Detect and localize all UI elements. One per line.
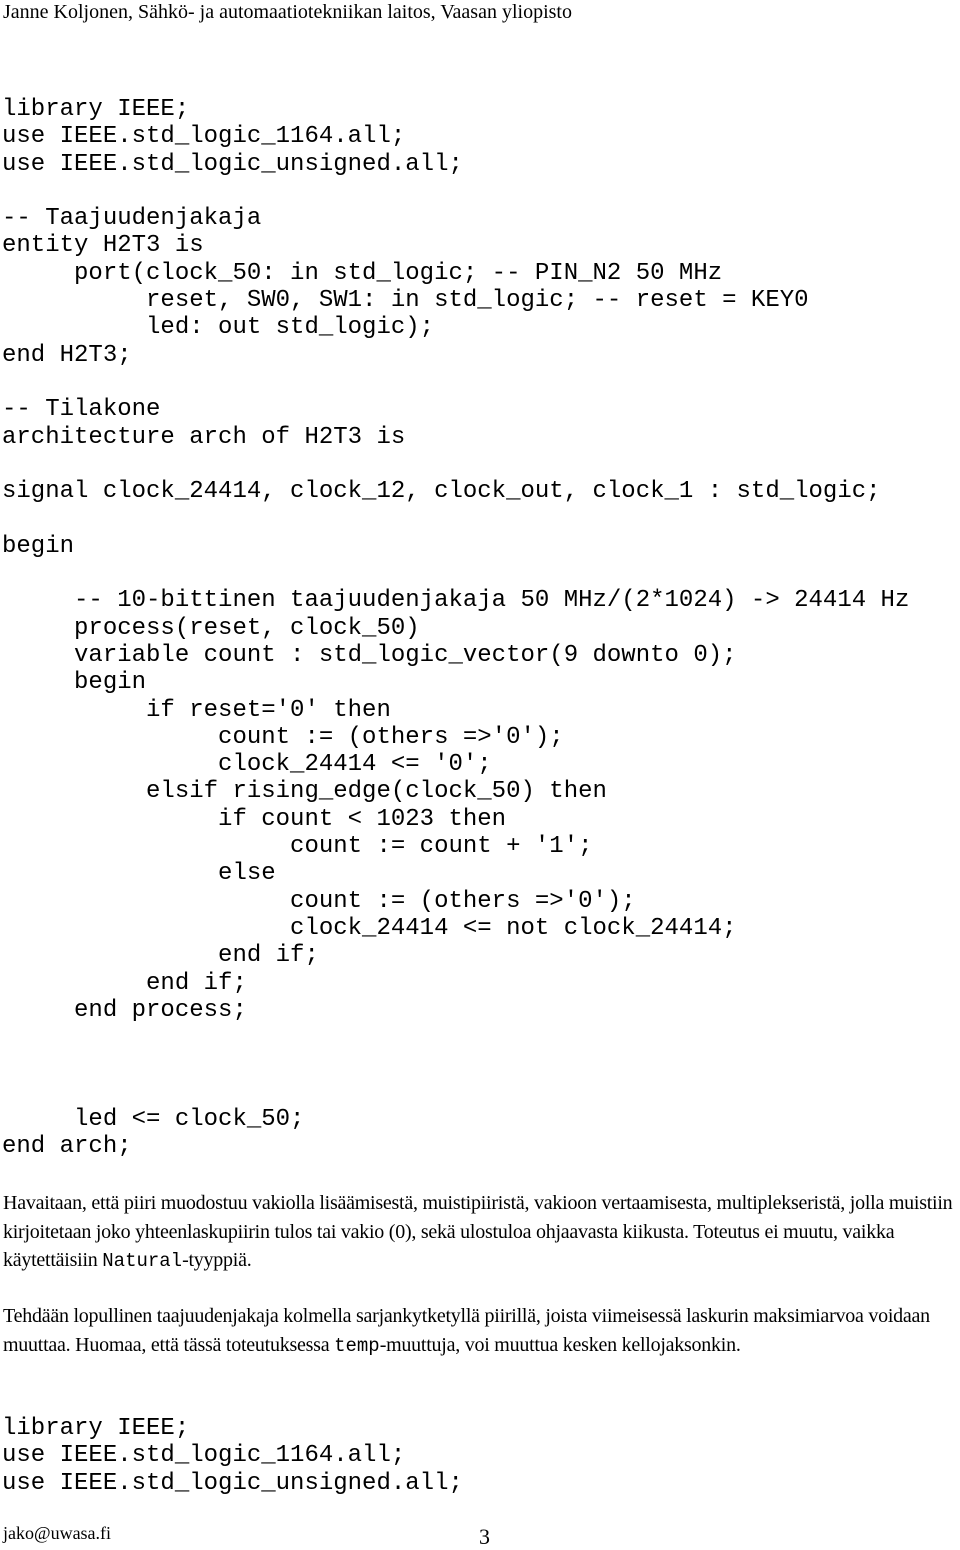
code-line: -- 10-bittinen taajuudenjakaja 50 MHz/(2… bbox=[2, 587, 910, 615]
page-header: Janne Koljonen, Sähkö- ja automaatiotekn… bbox=[3, 1, 572, 23]
code-line: count := count + '1'; bbox=[2, 833, 593, 861]
code-line: end H2T3; bbox=[2, 341, 132, 369]
code-line: else bbox=[2, 860, 276, 888]
code-line: -- Taajuudenjakaja bbox=[2, 205, 262, 233]
code-line: end arch; bbox=[2, 1133, 132, 1161]
code-line: use IEEE.std_logic_unsigned.all; bbox=[2, 1469, 463, 1497]
code-line: end if; bbox=[2, 969, 247, 997]
code-block-vhdl-entity: library IEEE; use IEEE.std_logic_1164.all… bbox=[2, 96, 909, 1161]
code-line: reset, SW0, SW1: in std_logic; -- reset … bbox=[2, 287, 809, 315]
paragraph-circuit-description: Havaitaan, että piiri muodostuu vakiolla… bbox=[3, 1189, 960, 1276]
code-line: library IEEE; bbox=[2, 96, 190, 123]
code-line: port(clock_50: in std_logic; -- PIN_N2 5… bbox=[2, 259, 723, 287]
code-line: process(reset, clock_50) bbox=[2, 614, 420, 642]
code-line: clock_24414 <= not clock_24414; bbox=[2, 914, 737, 942]
code-line: begin bbox=[2, 532, 75, 560]
code-line: clock_24414 <= '0'; bbox=[2, 751, 492, 779]
code-line: if reset='0' then bbox=[2, 696, 391, 724]
paragraph-text: -muuttuja, voi muuttua kesken kellojakso… bbox=[379, 1333, 741, 1356]
code-line: led <= clock_50; bbox=[2, 1105, 305, 1133]
code-line: end process; bbox=[2, 996, 247, 1024]
code-line: count := (others =>'0'); bbox=[2, 723, 564, 751]
code-line: signal clock_24414, clock_12, clock_out,… bbox=[2, 478, 881, 506]
code-line: end if; bbox=[2, 942, 319, 970]
page-number: 3 bbox=[479, 1524, 490, 1549]
code-line: if count < 1023 then bbox=[2, 805, 507, 833]
code-line: use IEEE.std_logic_unsigned.all; bbox=[2, 150, 463, 178]
code-line: led: out std_logic); bbox=[2, 314, 435, 342]
code-line: -- Tilakone bbox=[2, 396, 161, 424]
code-line: variable count : std_logic_vector(9 down… bbox=[2, 641, 737, 669]
code-line: elsif rising_edge(clock_50) then bbox=[2, 778, 607, 806]
code-line: begin bbox=[2, 669, 147, 697]
code-line: use IEEE.std_logic_1164.all; bbox=[2, 123, 406, 151]
code-line: library IEEE; bbox=[2, 1415, 190, 1442]
paragraph-final-divider: Tehdään lopullinen taajuudenjakaja kolme… bbox=[3, 1302, 960, 1360]
footer-email: jako@uwasa.fi bbox=[3, 1523, 112, 1543]
inline-code: Natural bbox=[102, 1250, 183, 1273]
code-line: use IEEE.std_logic_1164.all; bbox=[2, 1442, 406, 1470]
code-line: architecture arch of H2T3 is bbox=[2, 423, 406, 451]
code-line: count := (others =>'0'); bbox=[2, 887, 636, 915]
paragraph-text: -tyyppiä. bbox=[182, 1249, 252, 1272]
inline-code: temp bbox=[334, 1334, 380, 1357]
code-line: entity H2T3 is bbox=[2, 232, 204, 260]
code-block-vhdl-libraries: library IEEE; use IEEE.std_logic_1164.all… bbox=[2, 1415, 463, 1497]
